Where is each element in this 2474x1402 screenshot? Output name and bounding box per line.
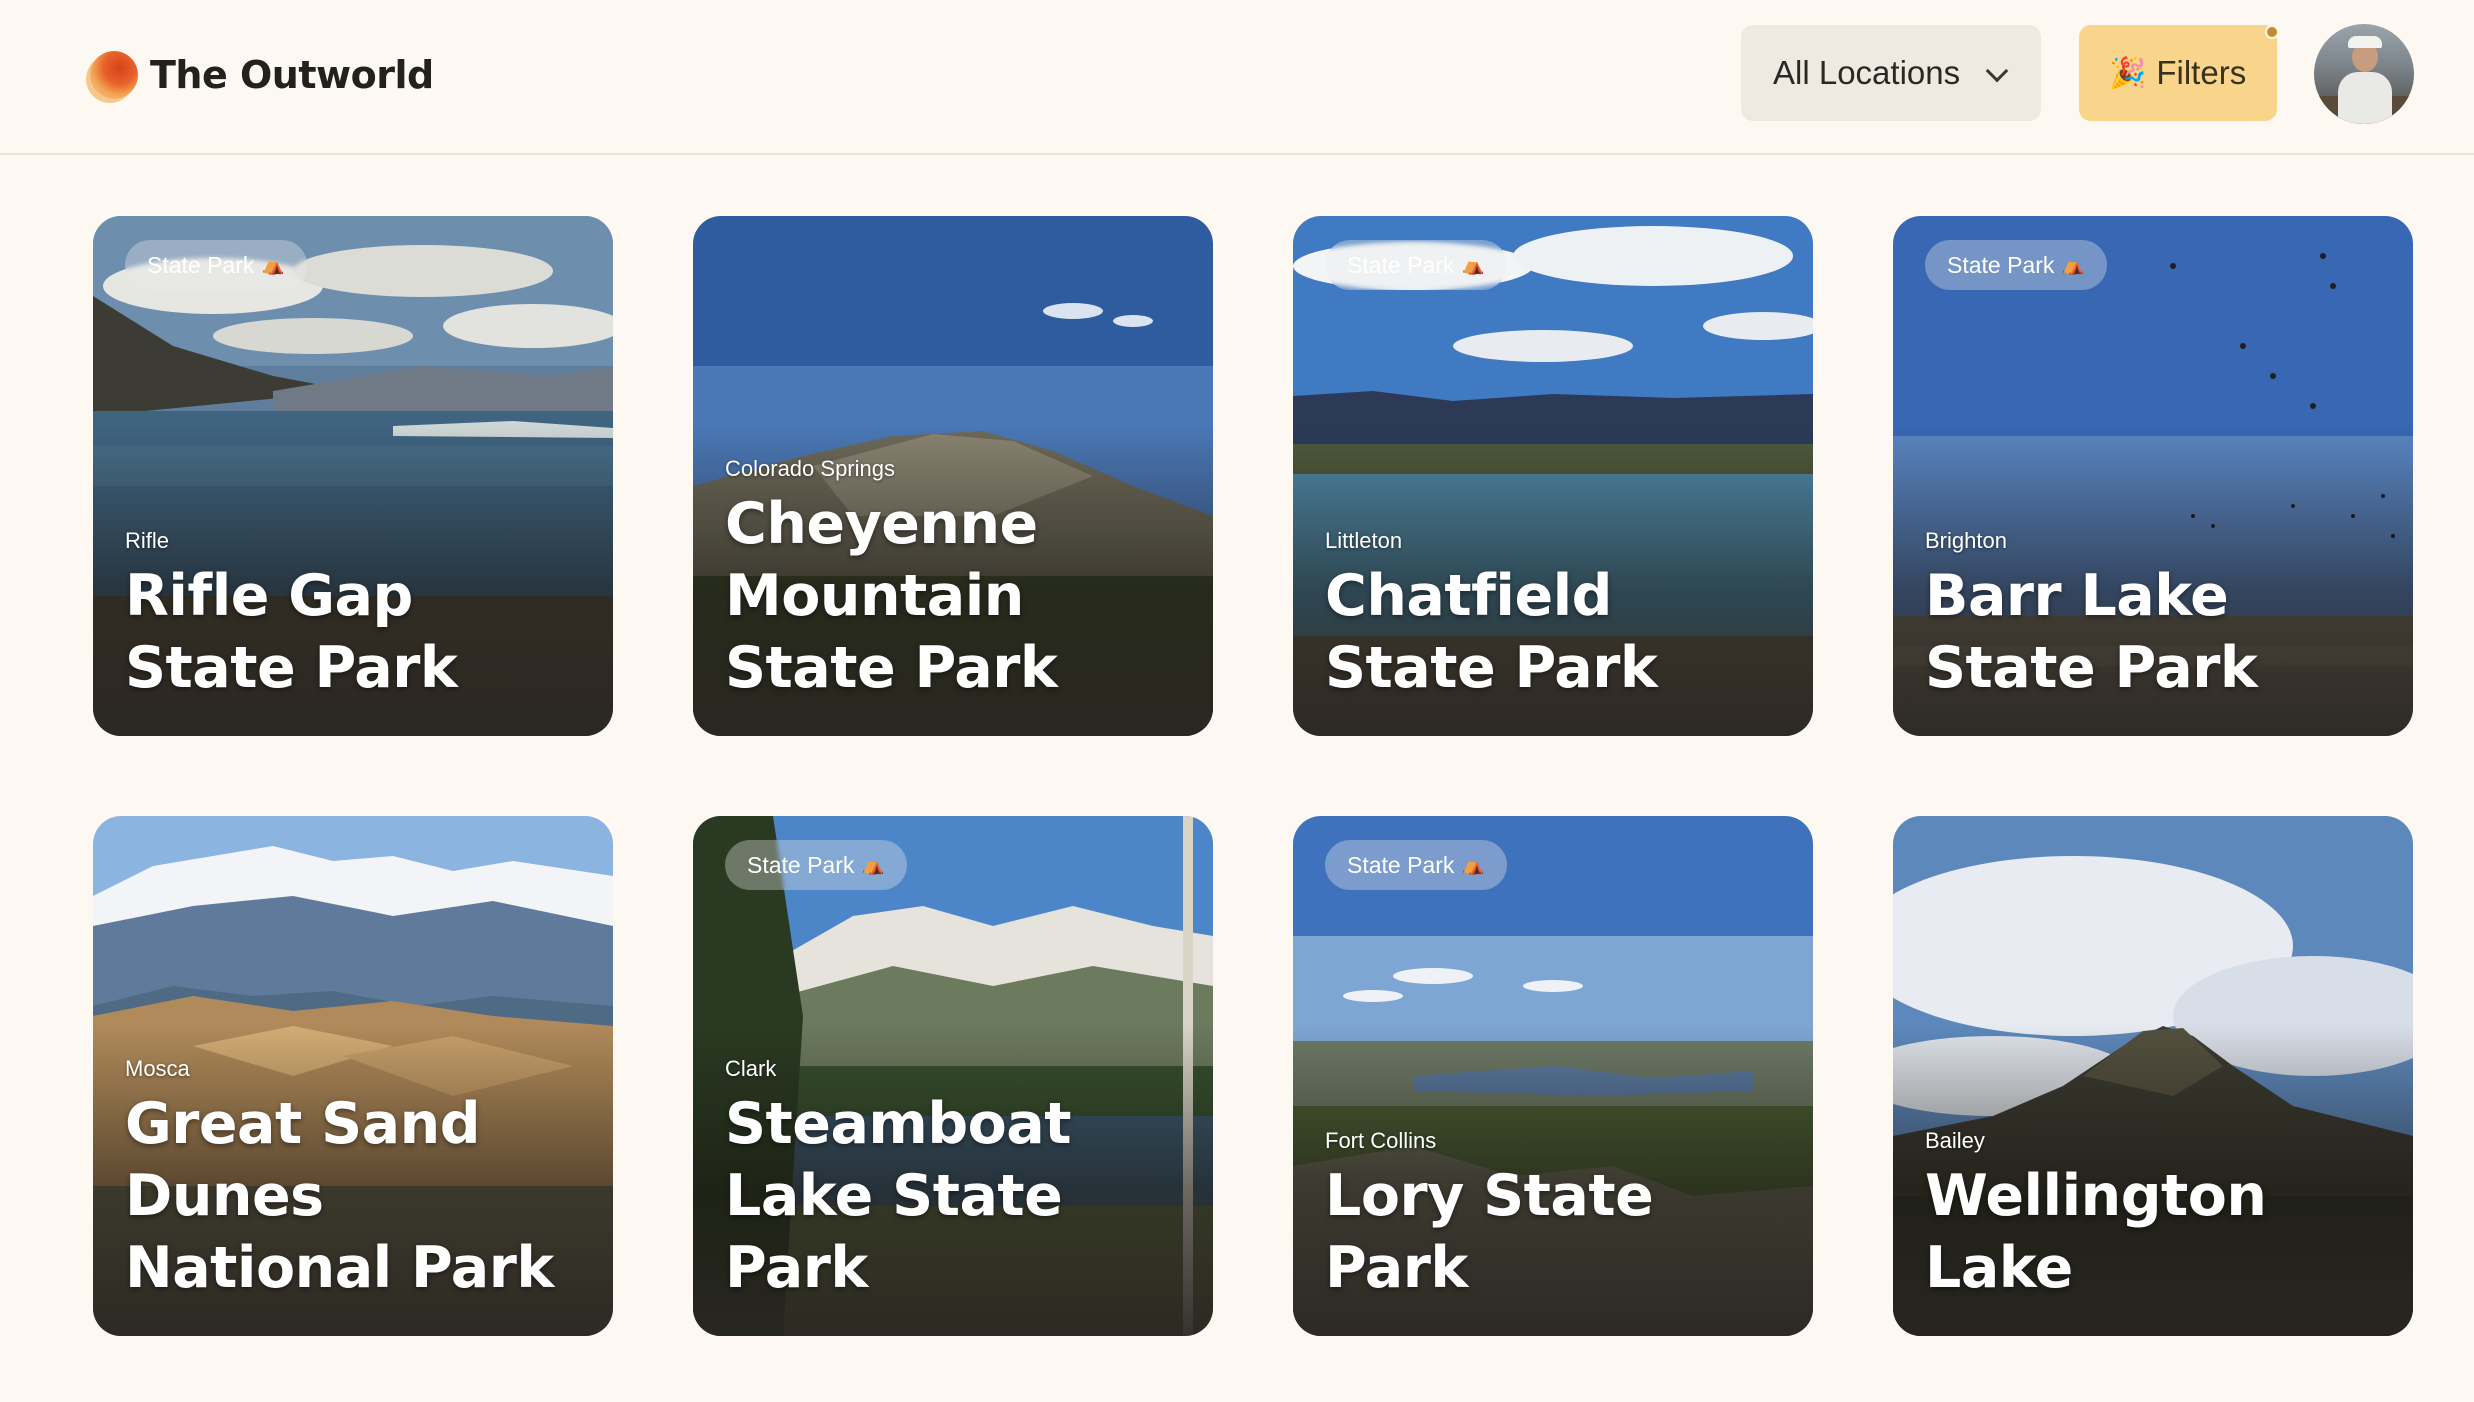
park-city: Brighton [1925,528,2007,553]
tent-icon: ⛺ [862,854,885,875]
top-bar: The Outworld All Locations 🎉 Filters [0,0,2474,155]
park-card[interactable]: State Park ⛺ Rifle Rifle Gap State Park [93,216,613,736]
brand-logo[interactable]: The Outworld [90,50,434,100]
tent-icon: ⛺ [1462,254,1485,275]
location-dropdown[interactable]: All Locations [1741,25,2041,121]
category-badge: State Park ⛺ [125,240,307,290]
park-card[interactable]: State Park ⛺ Littleton Chatfield State P… [1293,216,1813,736]
park-name: Barr Lake State Park [1925,563,2258,701]
category-badge: State Park ⛺ [1325,240,1507,290]
category-badge: State Park ⛺ [1925,240,2107,290]
category-badge: State Park ⛺ [1325,840,1507,890]
category-badge: State Park ⛺ [725,840,907,890]
tent-icon: ⛺ [2062,254,2085,275]
sun-logo-icon [90,51,138,99]
park-name: Wellington Lake [1925,1163,2267,1301]
park-city: Littleton [1325,528,1403,553]
park-name: Lory State Park [1325,1163,1654,1301]
park-card[interactable]: Bailey Wellington Lake [1893,816,2413,1336]
tent-icon: ⛺ [262,254,285,275]
category-badge-label: State Park [147,251,255,278]
park-name: Rifle Gap State Park [125,563,458,701]
park-city: Colorado Springs [725,456,895,481]
park-city: Clark [725,1056,777,1081]
park-city: Mosca [125,1056,190,1081]
park-card[interactable]: Colorado Springs Cheyenne Mountain State… [693,216,1213,736]
category-badge-label: State Park [1347,851,1455,878]
tent-icon: ⛺ [1462,854,1485,875]
park-name: Great Sand Dunes National Park [125,1091,554,1301]
park-card[interactable]: State Park ⛺ Brighton Barr Lake State Pa… [1893,216,2413,736]
filters-button[interactable]: 🎉 Filters [2079,25,2279,121]
park-card[interactable]: State Park ⛺ Fort Collins Lory State Par… [1293,816,1813,1336]
user-avatar[interactable] [2314,24,2414,124]
category-badge-label: State Park [747,851,855,878]
notification-dot [2265,25,2279,39]
chevron-down-icon [1985,59,2009,83]
category-badge-label: State Park [1347,251,1455,278]
park-city: Rifle [125,528,170,553]
location-dropdown-label: All Locations [1773,54,1961,91]
park-card[interactable]: State Park ⛺ Clark Steamboat Lake State … [693,816,1213,1336]
party-popper-icon: 🎉 [2109,56,2147,90]
park-name: Steamboat Lake State Park [725,1091,1072,1301]
filters-label: Filters [2156,54,2247,91]
park-city: Fort Collins [1325,1128,1437,1153]
category-badge-label: State Park [1947,251,2055,278]
park-name: Cheyenne Mountain State Park [725,491,1058,701]
park-card[interactable]: Mosca Great Sand Dunes National Park [93,816,613,1336]
park-name: Chatfield State Park [1325,563,1658,701]
park-city: Bailey [1925,1128,1985,1153]
brand-name: The Outworld [150,53,434,97]
